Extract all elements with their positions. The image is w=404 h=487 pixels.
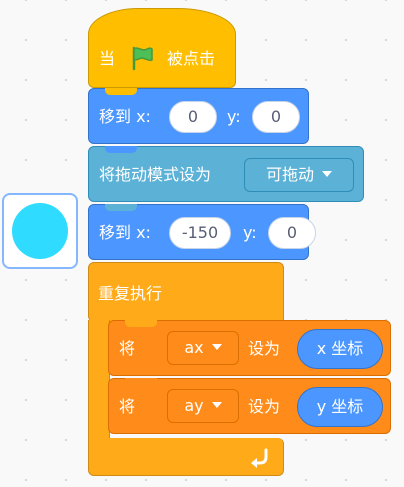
sprite-thumbnail[interactable] bbox=[2, 193, 78, 269]
variable-name: ay bbox=[184, 396, 204, 415]
green-flag-icon bbox=[132, 46, 153, 71]
y-position-reporter[interactable]: y 坐标 bbox=[297, 387, 383, 427]
y-value: 0 bbox=[286, 223, 298, 242]
y-input[interactable]: 0 bbox=[252, 101, 300, 133]
x-input[interactable]: -150 bbox=[169, 217, 231, 249]
set-label: 将 bbox=[119, 339, 136, 358]
variable-dropdown-ay[interactable]: ay bbox=[167, 389, 239, 423]
y-input[interactable]: 0 bbox=[268, 217, 316, 249]
clicked-label: 被点击 bbox=[167, 49, 216, 68]
x-value: 0 bbox=[187, 107, 199, 126]
go-to-label: 移到 x: bbox=[99, 223, 151, 242]
reporter-label: y 坐标 bbox=[316, 397, 364, 416]
chevron-down-icon bbox=[211, 401, 222, 408]
set-variable-block-ax[interactable]: 将 ax 设为 x 坐标 bbox=[108, 320, 391, 376]
drag-mode-label: 将拖动模式设为 bbox=[99, 165, 212, 184]
forever-label: 重复执行 bbox=[98, 284, 163, 303]
go-to-xy-block-1[interactable]: 移到 x: 0 y: 0 bbox=[88, 88, 309, 144]
variable-name: ax bbox=[184, 338, 204, 357]
to-label: 设为 bbox=[248, 397, 281, 416]
loop-arrow-icon bbox=[251, 448, 268, 468]
when-flag-clicked-block[interactable]: 当 被点击 bbox=[88, 8, 236, 88]
drag-mode-value: 可拖动 bbox=[265, 165, 314, 184]
set-variable-block-ay[interactable]: 将 ay 设为 y 坐标 bbox=[108, 378, 391, 434]
when-label: 当 bbox=[99, 49, 116, 68]
x-value: -150 bbox=[181, 223, 219, 242]
drag-mode-dropdown[interactable]: 可拖动 bbox=[244, 158, 354, 192]
to-label: 设为 bbox=[248, 339, 281, 358]
reporter-label: x 坐标 bbox=[316, 339, 364, 358]
variable-dropdown-ax[interactable]: ax bbox=[167, 331, 239, 365]
go-to-label: 移到 x: bbox=[99, 107, 151, 126]
y-value: 0 bbox=[270, 107, 282, 126]
x-position-reporter[interactable]: x 坐标 bbox=[297, 329, 383, 369]
go-to-xy-block-2[interactable]: 移到 x: -150 y: 0 bbox=[88, 204, 316, 260]
y-label: y: bbox=[227, 107, 241, 126]
chevron-down-icon bbox=[211, 343, 222, 350]
chevron-down-icon bbox=[322, 170, 332, 177]
set-label: 将 bbox=[119, 397, 136, 416]
x-input[interactable]: 0 bbox=[169, 101, 217, 133]
sprite-costume-circle bbox=[12, 203, 68, 259]
set-drag-mode-block[interactable]: 将拖动模式设为 可拖动 bbox=[88, 146, 364, 202]
y-label: y: bbox=[243, 223, 257, 242]
